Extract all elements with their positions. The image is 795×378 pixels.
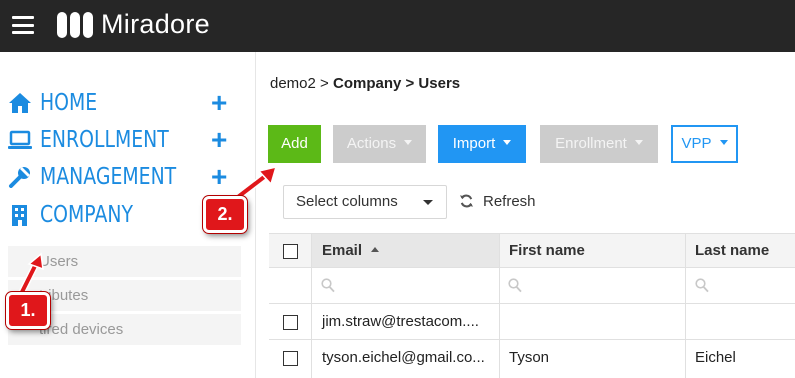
filter-row	[269, 268, 795, 304]
row-checkbox[interactable]	[283, 315, 298, 330]
caret-down-icon	[634, 139, 643, 145]
column-header-label: First name	[509, 242, 585, 259]
column-header-email[interactable]: Email	[312, 234, 500, 267]
row-checkbox[interactable]	[283, 351, 298, 366]
callout-arrow-1	[18, 252, 44, 296]
sort-ascending-icon	[371, 246, 380, 252]
sidebar-item-home[interactable]: HOME +	[8, 88, 248, 118]
top-bar: Miradore	[0, 0, 795, 52]
sidebar-item-label: MANAGEMENT	[40, 164, 177, 190]
filter-spacer-cell	[269, 268, 312, 303]
expand-plus-icon[interactable]: +	[211, 163, 227, 191]
sidebar-item-label: HOME	[40, 90, 98, 116]
last-name-cell: Eichel	[695, 349, 736, 366]
expand-plus-icon[interactable]: +	[211, 126, 227, 154]
home-icon	[9, 93, 31, 113]
add-button[interactable]: Add	[268, 125, 321, 163]
caret-down-icon	[423, 200, 433, 205]
last-name-filter-input[interactable]	[686, 268, 795, 303]
callout-badge-1: 1.	[6, 292, 50, 329]
first-name-filter-input[interactable]	[500, 268, 686, 303]
vpp-button-label: VPP	[681, 135, 712, 152]
email-cell: tyson.eichel@gmail.co...	[312, 340, 500, 378]
miradore-logo-icon	[57, 12, 93, 38]
import-button[interactable]: Import	[438, 125, 526, 163]
expand-plus-icon[interactable]: +	[211, 89, 227, 117]
last-name-cell	[686, 304, 795, 339]
refresh-icon[interactable]	[459, 193, 474, 209]
sidebar-item-label: COMPANY	[40, 202, 133, 228]
select-columns-label: Select columns	[296, 193, 398, 210]
breadcrumb: demo2 > Company > Users	[270, 75, 460, 92]
search-icon	[321, 278, 335, 293]
search-icon	[695, 278, 709, 293]
actions-button[interactable]: Actions	[333, 125, 426, 163]
table-header-row: Email First name Last name	[269, 233, 795, 268]
row-checkbox-cell	[269, 304, 312, 339]
caret-down-icon	[719, 139, 728, 145]
sidebar-item-enrollment[interactable]: ENROLLMENT +	[8, 125, 248, 155]
email-cell: jim.straw@trestacom....	[312, 304, 500, 339]
breadcrumb-separator: >	[320, 75, 329, 92]
row-checkbox-cell	[269, 340, 312, 378]
caret-down-icon	[503, 139, 512, 145]
enrollment-button-label: Enrollment	[555, 135, 627, 152]
sidebar-item-management[interactable]: MANAGEMENT +	[8, 162, 248, 192]
select-columns-dropdown[interactable]: Select columns	[283, 185, 447, 219]
column-header-label: Last name	[695, 242, 770, 259]
vpp-button[interactable]: VPP	[671, 125, 738, 163]
hamburger-icon[interactable]	[12, 16, 34, 34]
enrollment-button[interactable]: Enrollment	[540, 125, 658, 163]
refresh-button[interactable]: Refresh	[483, 193, 536, 210]
first-name-cell	[500, 304, 686, 339]
table-row[interactable]: tyson.eichel@gmail.co... Tyson Eichel	[269, 340, 795, 378]
app-name: Miradore	[101, 9, 210, 39]
laptop-icon	[8, 130, 32, 149]
breadcrumb-path: Company > Users	[332, 75, 461, 92]
email-filter-input[interactable]	[312, 268, 500, 303]
column-header-last-name[interactable]: Last name	[686, 234, 795, 267]
callout-badge-2: 2.	[203, 196, 247, 233]
first-name-cell: Tyson	[500, 340, 686, 378]
header-checkbox-cell	[269, 234, 312, 267]
caret-down-icon	[404, 139, 413, 145]
select-all-checkbox[interactable]	[283, 244, 298, 259]
sidebar-item-label: ENROLLMENT	[40, 127, 169, 153]
column-header-first-name[interactable]: First name	[500, 234, 686, 267]
add-button-label: Add	[281, 135, 308, 152]
wrench-icon	[9, 167, 30, 188]
building-icon	[12, 205, 27, 226]
breadcrumb-root[interactable]: demo2	[270, 75, 316, 92]
search-icon	[508, 278, 522, 293]
import-button-label: Import	[452, 135, 496, 152]
table-row[interactable]: jim.straw@trestacom....	[269, 304, 795, 340]
column-header-label: Email	[322, 242, 363, 259]
actions-button-label: Actions	[346, 135, 397, 152]
